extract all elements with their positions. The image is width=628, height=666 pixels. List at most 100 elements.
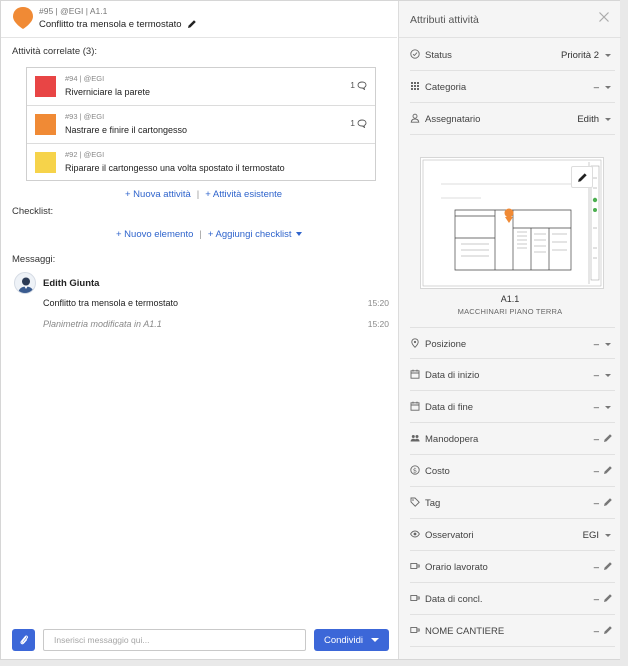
existing-activity-link[interactable]: + Attività esistente xyxy=(205,189,282,200)
attribute-label: Categoria xyxy=(425,82,467,93)
new-activity-link[interactable]: + Nuova attività xyxy=(125,189,191,200)
attribute-value: – xyxy=(593,339,599,350)
message-author: Edith Giunta xyxy=(43,278,100,289)
floor-plan-thumbnail[interactable] xyxy=(420,157,604,289)
calendar-icon xyxy=(410,369,420,379)
messages-label: Messaggi: xyxy=(12,254,56,265)
pencil-icon xyxy=(577,172,587,182)
comment-count-value: 1 xyxy=(350,118,355,128)
chevron-down-icon xyxy=(605,118,611,121)
people-icon xyxy=(410,435,420,442)
separator: | xyxy=(196,189,200,200)
attribute-end-date[interactable]: Data di fine – xyxy=(410,391,615,423)
related-activities-label: Attività correlate (3): xyxy=(12,46,97,57)
activity-color-swatch xyxy=(35,152,56,173)
add-checklist-label: + Aggiungi checklist xyxy=(207,229,292,240)
attributes-panel: Attributi attività Status Priorità 2 Cat… xyxy=(398,1,621,659)
chevron-down-icon xyxy=(605,54,611,57)
related-activity-item[interactable]: #94 | @EGI Riverniciare la parete 1 xyxy=(27,68,375,106)
chevron-down-icon xyxy=(371,638,380,642)
edit-plan-button[interactable] xyxy=(571,166,593,188)
attribute-label: Costo xyxy=(425,466,450,477)
attach-button[interactable] xyxy=(12,629,35,651)
attribute-label: Data di concl. xyxy=(425,594,483,605)
attribute-value: – xyxy=(593,594,599,605)
attribute-status[interactable]: Status Priorità 2 xyxy=(410,39,615,71)
message-input[interactable] xyxy=(43,629,306,651)
comment-count: 1 xyxy=(350,80,367,90)
activity-title: Riverniciare la parete xyxy=(65,87,151,97)
pencil-icon[interactable] xyxy=(603,593,613,603)
pencil-icon[interactable] xyxy=(603,561,613,571)
attribute-value: – xyxy=(593,498,599,509)
attribute-labor[interactable]: Manodopera – xyxy=(410,423,615,455)
attribute-value: – xyxy=(593,562,599,573)
related-actions: + Nuova attività | + Attività esistente xyxy=(125,189,282,200)
attribute-value: Priorità 2 xyxy=(560,50,599,61)
comment-count: 1 xyxy=(350,118,367,128)
attribute-value: Edith xyxy=(577,114,599,125)
related-activity-item[interactable]: #93 | @EGI Nastrare e finire il cartonge… xyxy=(27,106,375,144)
activity-title: Nastrare e finire il cartongesso xyxy=(65,125,188,135)
task-detail-pane: #95 | @EGI | A1.1 Conflitto tra mensola … xyxy=(1,1,397,659)
share-button-label: Condividi xyxy=(323,634,364,646)
attribute-label: Status xyxy=(425,50,452,61)
divider xyxy=(399,37,621,38)
attribute-assignee[interactable]: Assegnatario Edith xyxy=(410,103,615,135)
checklist-actions: + Nuovo elemento | + Aggiungi checklist xyxy=(116,229,302,240)
attribute-label: Manodopera xyxy=(425,434,479,445)
close-icon[interactable] xyxy=(598,11,610,23)
attribute-worked-hours[interactable]: Orario lavorato – xyxy=(410,551,615,583)
attribute-label: Tag xyxy=(425,498,441,509)
pencil-icon[interactable] xyxy=(187,19,197,29)
location-icon xyxy=(411,338,419,348)
attribute-start-date[interactable]: Data di inizio – xyxy=(410,359,615,391)
attribute-value: EGI xyxy=(582,530,599,541)
chevron-down-icon xyxy=(295,232,302,237)
plan-code: A1.1 xyxy=(500,294,520,304)
activity-meta: #94 | @EGI xyxy=(65,74,105,83)
share-button[interactable]: Condividi xyxy=(314,629,389,651)
attribute-label: Data di fine xyxy=(425,402,474,413)
new-checklist-item-link[interactable]: + Nuovo elemento xyxy=(116,229,193,240)
chevron-down-icon xyxy=(605,86,611,89)
pencil-icon[interactable] xyxy=(603,433,613,443)
checklist-label: Checklist: xyxy=(12,206,54,217)
activity-title: Riparare il cartongesso una volta sposta… xyxy=(65,163,285,173)
attribute-tag[interactable]: Tag – xyxy=(410,487,615,519)
plan-name: MACCHINARI PIANO TERRA xyxy=(457,307,563,316)
attribute-cost[interactable]: $ Costo – xyxy=(410,455,615,487)
attribute-value: – xyxy=(593,402,599,413)
attribute-value: – xyxy=(593,82,599,93)
task-meta: #95 | @EGI | A1.1 xyxy=(39,6,108,16)
chevron-down-icon xyxy=(605,406,611,409)
attribute-position[interactable]: Posizione – xyxy=(410,327,615,359)
task-header: #95 | @EGI | A1.1 Conflitto tra mensola … xyxy=(1,1,397,38)
activity-meta: #93 | @EGI xyxy=(65,112,105,121)
pencil-icon[interactable] xyxy=(603,497,613,507)
related-activity-item[interactable]: #92 | @EGI Riparare il cartongesso una v… xyxy=(27,144,375,182)
related-activities-list: #94 | @EGI Riverniciare la parete 1 #93 … xyxy=(26,67,376,181)
attribute-completion-date[interactable]: Data di concl. – xyxy=(410,583,615,615)
attribute-value: – xyxy=(593,370,599,381)
attribute-site-name[interactable]: NOME CANTIERE – xyxy=(410,615,615,647)
pencil-icon[interactable] xyxy=(603,625,613,635)
attribute-category[interactable]: Categoria – xyxy=(410,71,615,103)
tag-icon xyxy=(410,497,420,507)
add-checklist-dropdown[interactable]: + Aggiungi checklist xyxy=(208,229,302,240)
status-icon xyxy=(410,49,420,59)
attribute-label: NOME CANTIERE xyxy=(425,626,505,637)
panel-title: Attributi attività xyxy=(410,14,479,26)
attribute-observers[interactable]: Osservatori EGI xyxy=(410,519,615,551)
task-title-row[interactable]: Conflitto tra mensola e termostato xyxy=(39,19,197,30)
pencil-icon[interactable] xyxy=(603,465,613,475)
attribute-value: – xyxy=(593,466,599,477)
user-icon xyxy=(410,113,420,123)
category-icon xyxy=(411,82,419,90)
attribute-value: – xyxy=(593,626,599,637)
activity-color-swatch xyxy=(35,114,56,135)
custom-field-icon xyxy=(410,563,420,569)
task-title: Conflitto tra mensola e termostato xyxy=(39,19,182,30)
separator: | xyxy=(199,229,202,240)
chevron-down-icon xyxy=(605,343,611,346)
